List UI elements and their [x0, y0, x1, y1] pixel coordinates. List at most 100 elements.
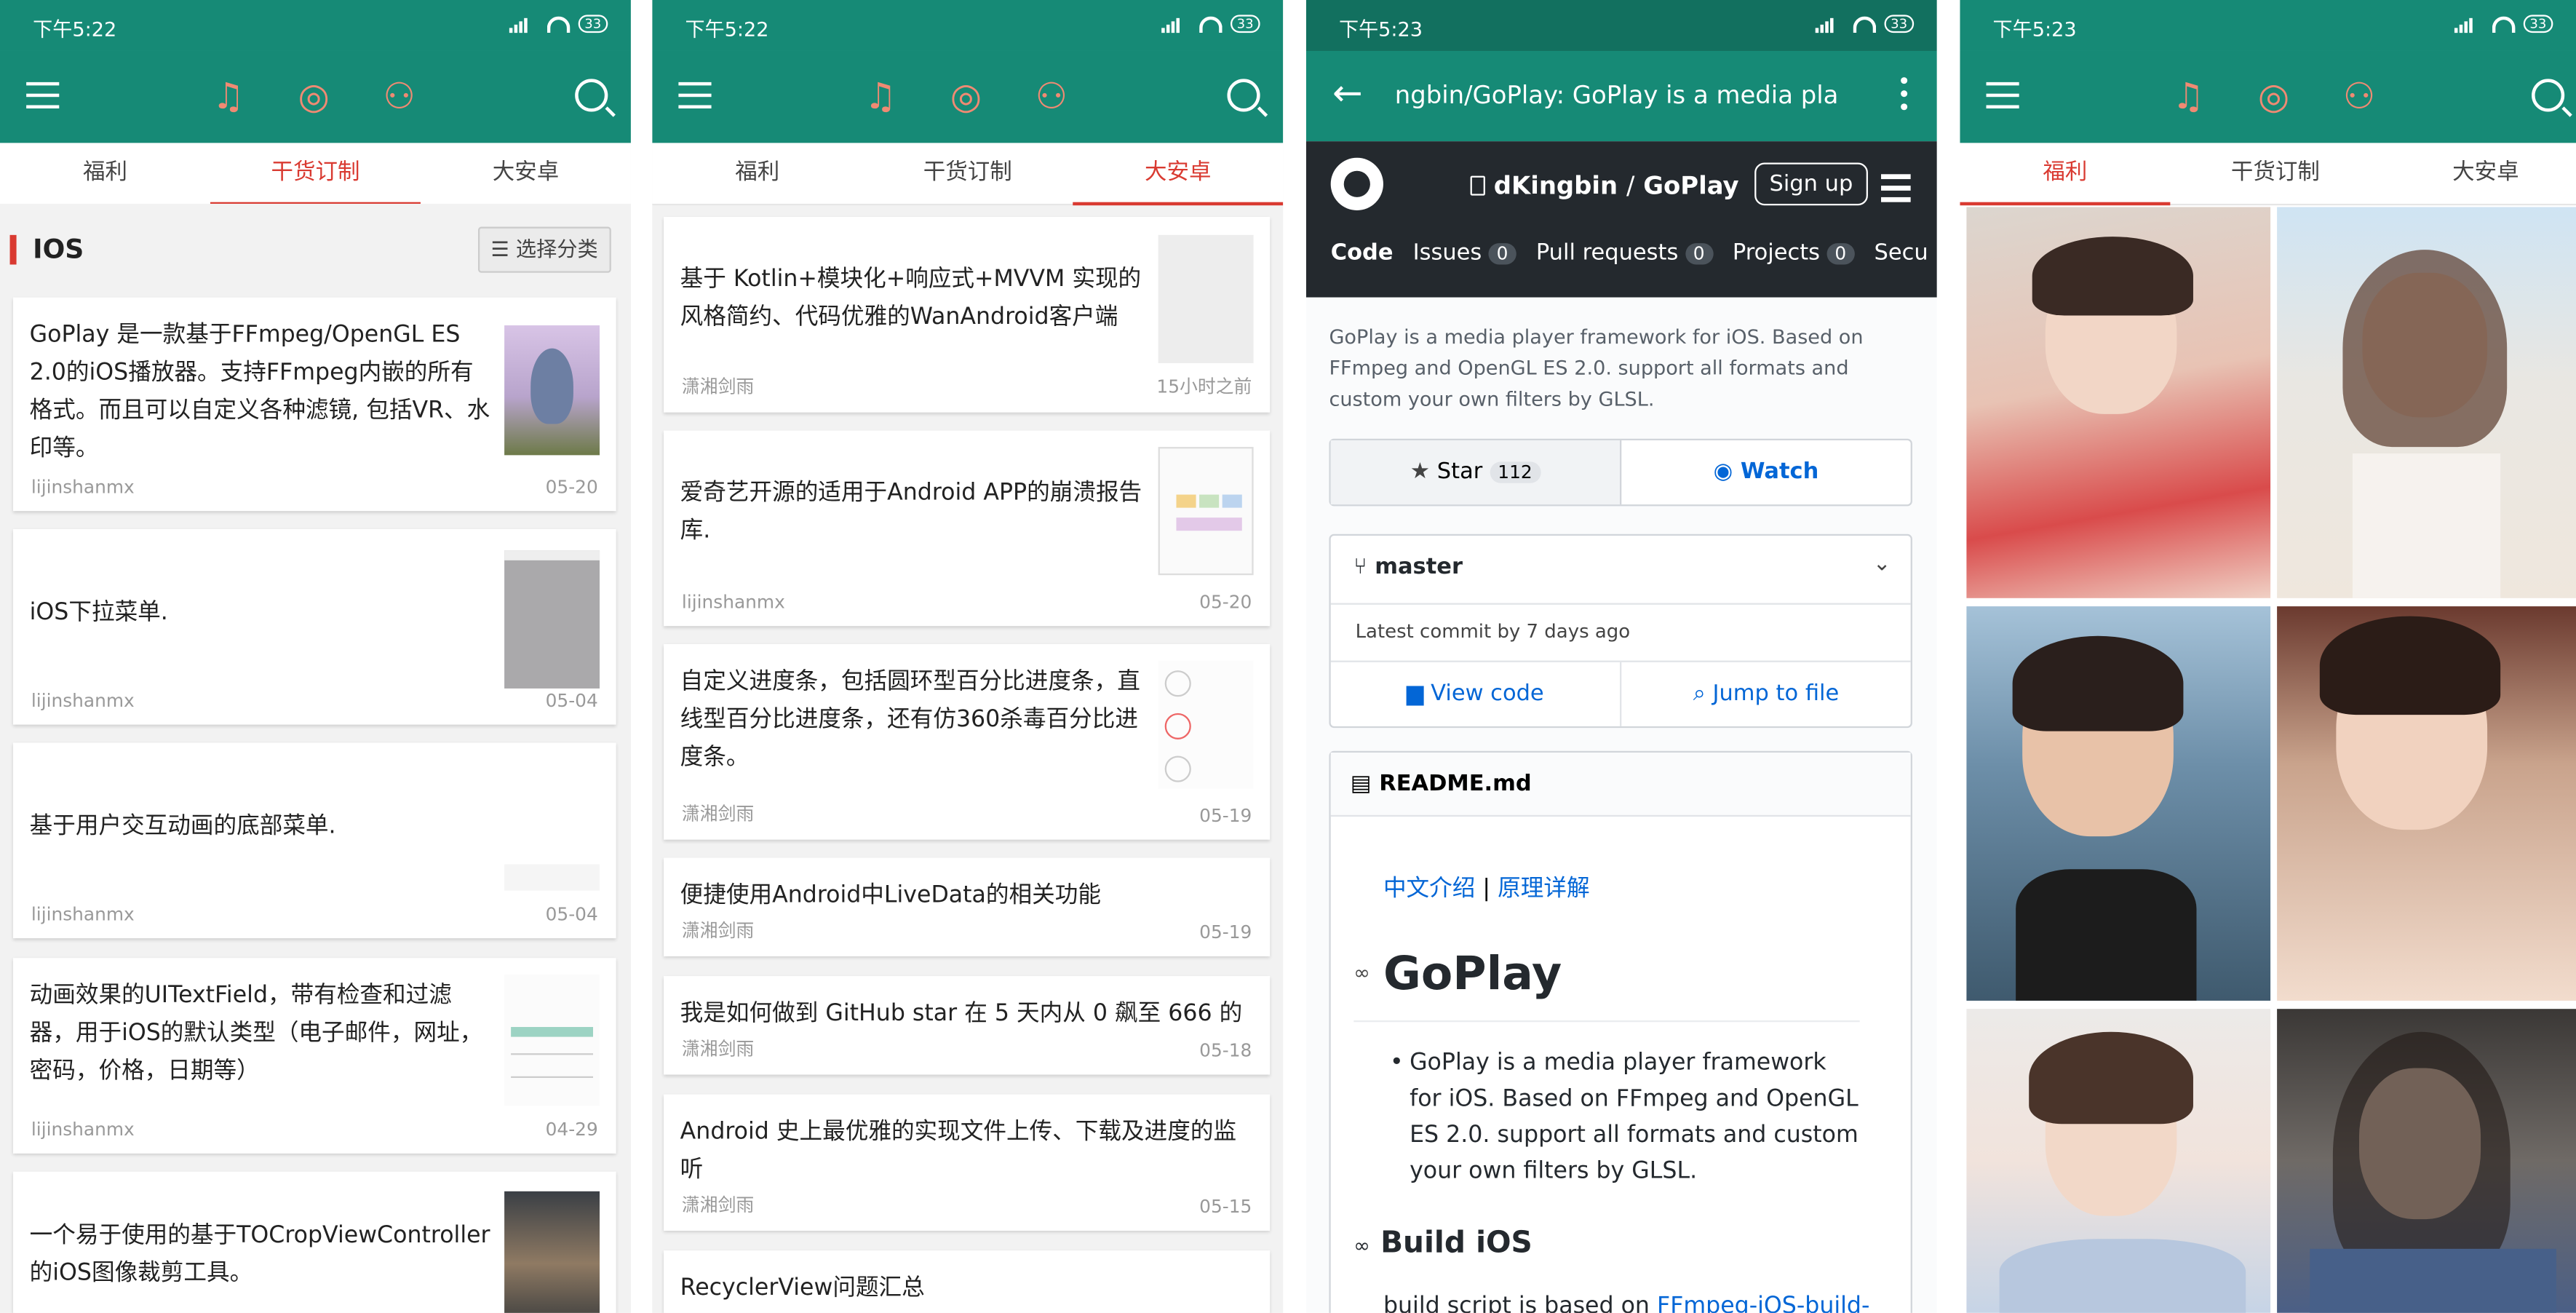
- photo-item[interactable]: [2277, 606, 2576, 1001]
- tab-fuli[interactable]: 福利: [1960, 143, 2171, 206]
- repo-owner-link[interactable]: dKingbin: [1494, 171, 1618, 201]
- readme-h2: ∞ Build iOS: [1353, 1226, 1533, 1260]
- readme-header: ▤ README.md: [1330, 753, 1911, 817]
- repo-name-link[interactable]: GoPlay: [1643, 171, 1738, 201]
- branch-selector[interactable]: ⑂ master: [1353, 554, 1463, 580]
- signal-icon: [1815, 15, 1845, 33]
- item-author: lijinshanmx: [681, 591, 785, 614]
- battery-icon: 33: [2523, 15, 2553, 33]
- item-author: lijinshanmx: [31, 903, 135, 926]
- tab-code[interactable]: Code: [1331, 240, 1394, 266]
- select-category-label: 选择分类: [515, 237, 598, 261]
- radio-icon[interactable]: ◎: [293, 77, 335, 120]
- photo-item[interactable]: [1966, 606, 2271, 1001]
- tab-pull-requests[interactable]: Pull requests 0: [1536, 240, 1713, 266]
- item-text: iOS下拉菜单.: [29, 600, 168, 627]
- status-time: 下午5:22: [33, 17, 117, 41]
- section-marker: [9, 234, 17, 265]
- tab-ganhuo[interactable]: 干货订制: [2170, 143, 2380, 204]
- music-icon[interactable]: ♫: [859, 77, 902, 120]
- back-arrow-icon[interactable]: ←: [1332, 74, 1363, 115]
- detail-link[interactable]: 原理详解: [1498, 876, 1589, 902]
- hamburger-menu-icon[interactable]: [1881, 174, 1911, 208]
- friends-icon[interactable]: ⚇: [378, 77, 421, 120]
- repo-nav-tabs: Code Issues 0 Pull requests 0 Projects 0 Se…: [1331, 240, 1928, 266]
- anchor-link-icon[interactable]: ∞: [1353, 961, 1370, 985]
- list-item[interactable]: RecyclerView问题汇总: [664, 1250, 1271, 1313]
- jump-to-file-label: Jump to file: [1712, 680, 1840, 707]
- watch-button[interactable]: ◉ Watch: [1620, 440, 1911, 505]
- list-item[interactable]: 一个易于使用的基于TOCropViewController的iOS图像裁剪工具。: [13, 1171, 616, 1313]
- list-item[interactable]: 基于 Kotlin+模块化+响应式+MVVM 实现的风格简约、代码优雅的WanA…: [664, 217, 1271, 413]
- music-icon[interactable]: ♫: [207, 77, 250, 120]
- tab-android[interactable]: 大安卓: [2380, 143, 2576, 204]
- tab-android[interactable]: 大安卓: [1073, 143, 1284, 206]
- page-title: ngbin/GoPlay: GoPlay is a media pla: [1394, 80, 1839, 111]
- signal-icon: [509, 15, 538, 33]
- list-item[interactable]: 我是如何做到 GitHub star 在 5 天内从 0 飙至 666 的 潇湘…: [664, 976, 1271, 1075]
- tab-ganhuo[interactable]: 干货订制: [862, 143, 1073, 204]
- list-item[interactable]: GoPlay 是一款基于FFmpeg/OpenGL ES 2.0的iOS播放器。…: [13, 297, 616, 512]
- intro-link[interactable]: 中文介绍: [1383, 876, 1475, 902]
- list-item[interactable]: 便捷使用Android中LiveData的相关功能 潇湘剑雨 05-19: [664, 857, 1271, 956]
- list-item[interactable]: Android 史上最优雅的实现文件上传、下载及进度的监听 潇湘剑雨 05-15: [664, 1094, 1271, 1231]
- photo-item[interactable]: [2277, 207, 2576, 598]
- tab-android[interactable]: 大安卓: [421, 143, 631, 204]
- friends-icon[interactable]: ⚇: [2338, 77, 2381, 120]
- link-separator: |: [1482, 876, 1491, 903]
- star-icon: ★: [1410, 458, 1431, 485]
- item-author: 潇湘剑雨: [681, 920, 755, 942]
- tab-issues[interactable]: Issues 0: [1413, 240, 1516, 266]
- list-item[interactable]: iOS下拉菜单. lijinshanmx 05-04: [13, 528, 616, 725]
- github-logo-icon[interactable]: [1330, 157, 1383, 210]
- item-author: 潇湘剑雨: [681, 1194, 755, 1216]
- category-icons: ♫ ◎ ⚇: [859, 77, 1073, 120]
- photo-item[interactable]: [2277, 1009, 2576, 1313]
- tab-projects[interactable]: Projects 0: [1733, 240, 1855, 266]
- radio-icon[interactable]: ◎: [2252, 77, 2295, 120]
- photo-item[interactable]: [1966, 1009, 2271, 1313]
- readme-h1: ∞ GoPlay: [1353, 940, 1860, 1023]
- repo-book-icon: [1470, 175, 1485, 196]
- item-text: 基于 Kotlin+模块化+响应式+MVVM 实现的风格简约、代码优雅的WanA…: [680, 266, 1142, 330]
- build-script-link[interactable]: FFmpeg-iOS-build-: [1657, 1293, 1869, 1313]
- music-icon[interactable]: ♫: [2167, 77, 2210, 120]
- issues-label: Issues: [1412, 239, 1482, 266]
- search-icon[interactable]: [1227, 79, 1260, 112]
- thumbnail-image: [504, 325, 600, 456]
- more-menu-icon[interactable]: [1901, 77, 1908, 111]
- friends-icon[interactable]: ⚇: [1030, 77, 1073, 120]
- tab-security[interactable]: Secu: [1875, 240, 1928, 266]
- eye-icon: ◉: [1713, 458, 1733, 485]
- battery-icon: 33: [1230, 15, 1260, 33]
- menu-icon[interactable]: [1986, 82, 2019, 112]
- pulls-label: Pull requests: [1535, 239, 1679, 266]
- search-icon[interactable]: [2532, 79, 2565, 112]
- readme-box: ▤ README.md 中文介绍 | 原理详解 ∞ GoPlay • GoPla…: [1329, 750, 1912, 1313]
- menu-icon[interactable]: [26, 82, 60, 112]
- list-item[interactable]: 自定义进度条，包括圆环型百分比进度条，直线型百分比进度条，还有仿360杀毒百分比…: [664, 644, 1271, 840]
- search-icon[interactable]: [575, 79, 608, 112]
- anchor-link-icon[interactable]: ∞: [1353, 1234, 1370, 1257]
- tab-ganhuo[interactable]: 干货订制: [210, 143, 421, 206]
- tab-fuli[interactable]: 福利: [0, 143, 210, 204]
- list-item[interactable]: 爱奇艺开源的适用于Android APP的崩溃报告库. lijinshanmx …: [664, 430, 1271, 627]
- battery-icon: 33: [578, 15, 608, 33]
- item-text: 一个易于使用的基于TOCropViewController的iOS图像裁剪工具。: [29, 1222, 490, 1287]
- radio-icon[interactable]: ◎: [945, 77, 987, 120]
- repo-breadcrumb: dKingbin / GoPlay: [1470, 171, 1739, 201]
- bird-figure: [530, 348, 573, 424]
- tab-fuli[interactable]: 福利: [652, 143, 862, 204]
- chevron-down-icon[interactable]: ⌄: [1873, 552, 1891, 577]
- item-text: 动画效果的UITextField，带有检查和过滤器，用于iOS的默认类型（电子邮…: [29, 983, 483, 1085]
- view-code-button[interactable]: ▆ View code: [1331, 662, 1620, 726]
- sign-up-button[interactable]: Sign up: [1754, 162, 1868, 206]
- star-button[interactable]: ★ Star 112: [1330, 440, 1621, 505]
- list-item[interactable]: 动画效果的UITextField，带有检查和过滤器，用于iOS的默认类型（电子邮…: [13, 958, 616, 1154]
- jump-to-file-button[interactable]: ⌕ Jump to file: [1621, 662, 1910, 726]
- menu-icon[interactable]: [678, 82, 712, 112]
- item-date: 05-19: [1199, 921, 1252, 943]
- list-item[interactable]: 基于用户交互动画的底部菜单. lijinshanmx 05-04: [13, 742, 616, 939]
- photo-item[interactable]: [1966, 207, 2271, 598]
- select-category-button[interactable]: ☰ 选择分类: [477, 226, 611, 273]
